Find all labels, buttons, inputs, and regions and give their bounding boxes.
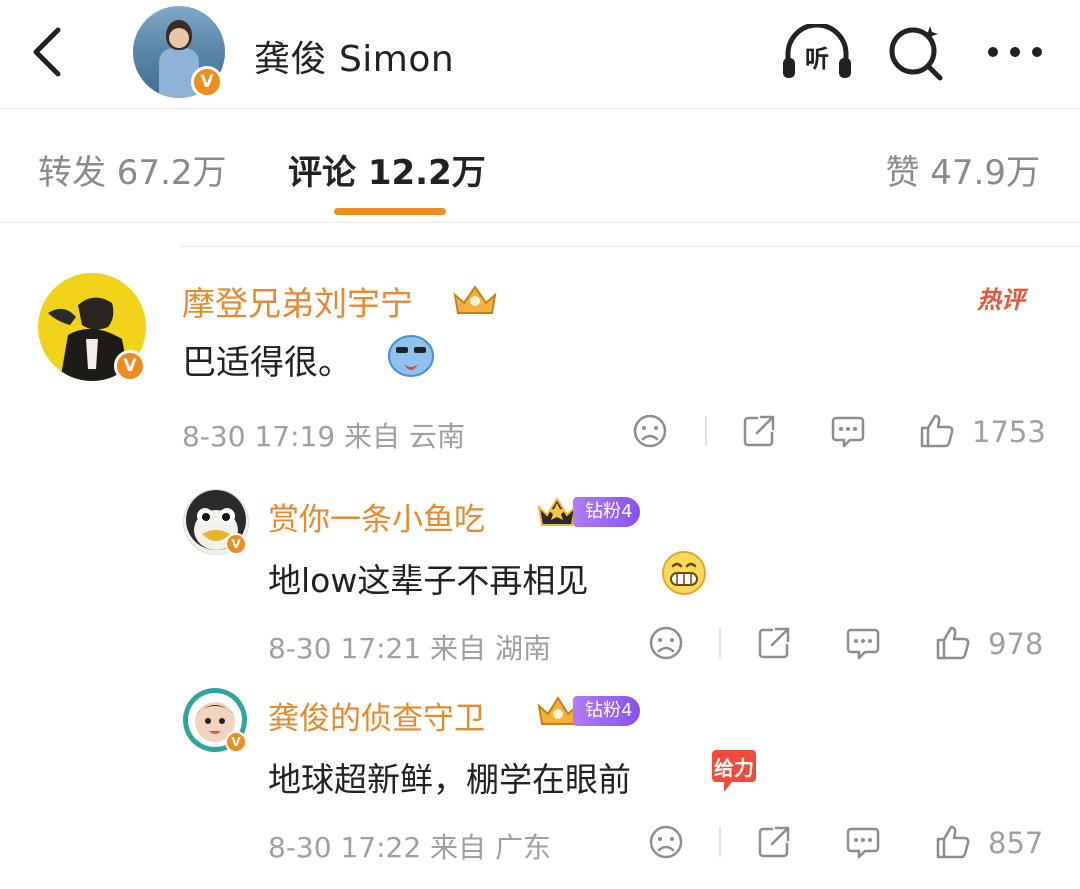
comment-icon[interactable] (830, 413, 866, 449)
share-icon[interactable] (756, 625, 792, 661)
search-icon[interactable] (886, 22, 946, 82)
like-count: 857 (988, 826, 1044, 860)
fan-level-badge: 钻粉4 (573, 497, 641, 527)
list-divider (180, 246, 1080, 247)
like-thumb-icon[interactable] (918, 412, 956, 450)
profile-name[interactable]: 龚俊 Simon (254, 30, 454, 82)
emoji-sticker-icon (388, 335, 434, 377)
divider (705, 416, 707, 446)
comment-text: 巴适得很。 (182, 343, 352, 383)
dislike-face-icon[interactable] (648, 824, 684, 860)
reply-meta: 8-30 17:22 来自 广东 (268, 831, 551, 864)
crown-level-icon (453, 285, 497, 314)
dislike-face-icon[interactable] (648, 625, 684, 661)
share-icon[interactable] (756, 824, 792, 860)
reply-text: 地球超新鲜，棚学在眼前 (268, 760, 631, 799)
tabs-divider (0, 222, 1080, 223)
like-count: 978 (988, 627, 1044, 661)
top-nav-bar: V 龚俊 Simon 听 (0, 0, 1080, 109)
back-arrow-icon[interactable] (28, 26, 68, 78)
share-icon[interactable] (741, 413, 777, 449)
like-thumb-icon[interactable] (934, 823, 972, 861)
reply-username[interactable]: 赏你一条小鱼吃 (268, 494, 485, 539)
tab-comments[interactable]: 评论 12.2万 (288, 145, 486, 194)
crown-level-icon (537, 497, 577, 526)
reply-username[interactable]: 龚俊的侦查守卫 (268, 693, 485, 738)
dislike-face-icon[interactable] (632, 413, 668, 449)
verified-badge-icon: V (225, 533, 247, 555)
divider (719, 827, 721, 857)
reply-meta: 8-30 17:21 来自 湖南 (268, 632, 551, 665)
headphones-listen-icon[interactable]: 听 (780, 24, 854, 80)
comment-username[interactable]: 摩登兄弟刘宇宁 (182, 277, 413, 325)
grin-emoji-icon (662, 551, 706, 595)
hot-comment-badge: 热评 (977, 286, 1025, 314)
tab-likes[interactable]: 赞 47.9万 (885, 145, 1040, 194)
more-options-icon[interactable] (985, 44, 1045, 60)
comment-meta: 8-30 17:19 来自 云南 (182, 420, 465, 453)
like-thumb-icon[interactable] (934, 624, 972, 662)
sticker-icon: 给力 (710, 748, 758, 792)
comment-icon[interactable] (845, 625, 881, 661)
verified-badge-icon: V (225, 731, 247, 753)
tab-repost[interactable]: 转发 67.2万 (38, 145, 227, 194)
divider (719, 628, 721, 658)
verified-badge-icon: V (191, 66, 223, 98)
verified-badge-icon: V (114, 350, 146, 382)
sticker-text: 给力 (714, 756, 754, 780)
listen-label: 听 (805, 45, 829, 73)
reply-text: 地low这辈子不再相见 (268, 561, 589, 600)
like-count: 1753 (972, 415, 1046, 449)
active-tab-indicator (334, 208, 446, 215)
comment-icon[interactable] (845, 824, 881, 860)
fan-level-badge: 钻粉4 (573, 696, 641, 726)
